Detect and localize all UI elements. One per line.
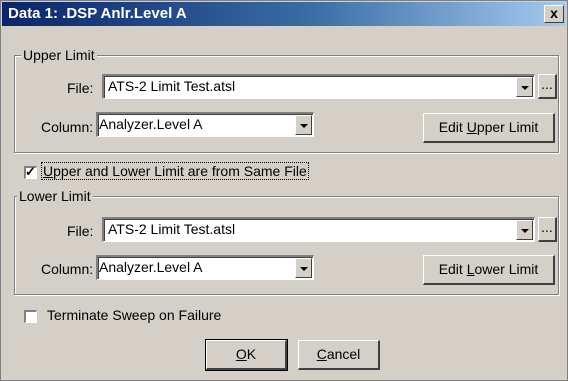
lower-column-value: Analyzer.Level A	[99, 259, 203, 275]
lower-file-label: File:	[67, 223, 94, 239]
lower-browse-button[interactable]: ...	[538, 217, 557, 242]
cancel-button[interactable]: Cancel	[298, 340, 380, 370]
check-icon: ✓	[25, 164, 36, 179]
upper-file-combobox[interactable]: ATS-2 Limit Test.atsl	[102, 74, 535, 99]
upper-file-label: File:	[67, 80, 94, 96]
lower-file-value: ATS-2 Limit Test.atsl	[108, 221, 236, 237]
lower-column-combobox[interactable]: Analyzer.Level A	[96, 255, 314, 280]
lower-file-combobox[interactable]: ATS-2 Limit Test.atsl	[102, 217, 535, 242]
ok-button[interactable]: OK	[205, 339, 288, 371]
upper-column-label: Column:	[41, 119, 94, 135]
upper-column-value: Analyzer.Level A	[99, 116, 203, 132]
upper-column-combobox[interactable]: Analyzer.Level A	[96, 112, 314, 137]
edit-lower-limit-button[interactable]: Edit Lower Limit	[423, 255, 555, 285]
chevron-down-icon[interactable]	[295, 115, 312, 135]
close-button[interactable]: x	[544, 5, 564, 23]
title-bar[interactable]: Data 1: .DSP Anlr.Level A x	[2, 2, 566, 26]
upper-browse-button[interactable]: ...	[538, 74, 557, 99]
terminate-sweep-label[interactable]: Terminate Sweep on Failure	[47, 307, 221, 323]
edit-upper-limit-button[interactable]: Edit Upper Limit	[423, 113, 555, 143]
ellipsis-icon: ...	[541, 219, 553, 235]
same-file-checkbox[interactable]: ✓	[24, 164, 37, 179]
ellipsis-icon: ...	[541, 76, 553, 92]
upper-limit-legend: Upper Limit	[21, 47, 97, 63]
lower-column-label: Column:	[41, 261, 94, 277]
same-file-label[interactable]: Upper and Lower Limit are from Same File	[41, 162, 309, 180]
upper-file-value: ATS-2 Limit Test.atsl	[108, 78, 236, 94]
chevron-down-icon[interactable]	[516, 77, 533, 97]
chevron-down-icon[interactable]	[516, 220, 533, 240]
window-title: Data 1: .DSP Anlr.Level A	[8, 5, 187, 22]
chevron-down-icon[interactable]	[295, 258, 312, 278]
close-icon: x	[550, 5, 558, 21]
limit-dialog: Data 1: .DSP Anlr.Level A x Upper Limit …	[0, 0, 568, 381]
lower-limit-legend: Lower Limit	[17, 188, 93, 204]
terminate-sweep-checkbox[interactable]	[24, 310, 37, 323]
